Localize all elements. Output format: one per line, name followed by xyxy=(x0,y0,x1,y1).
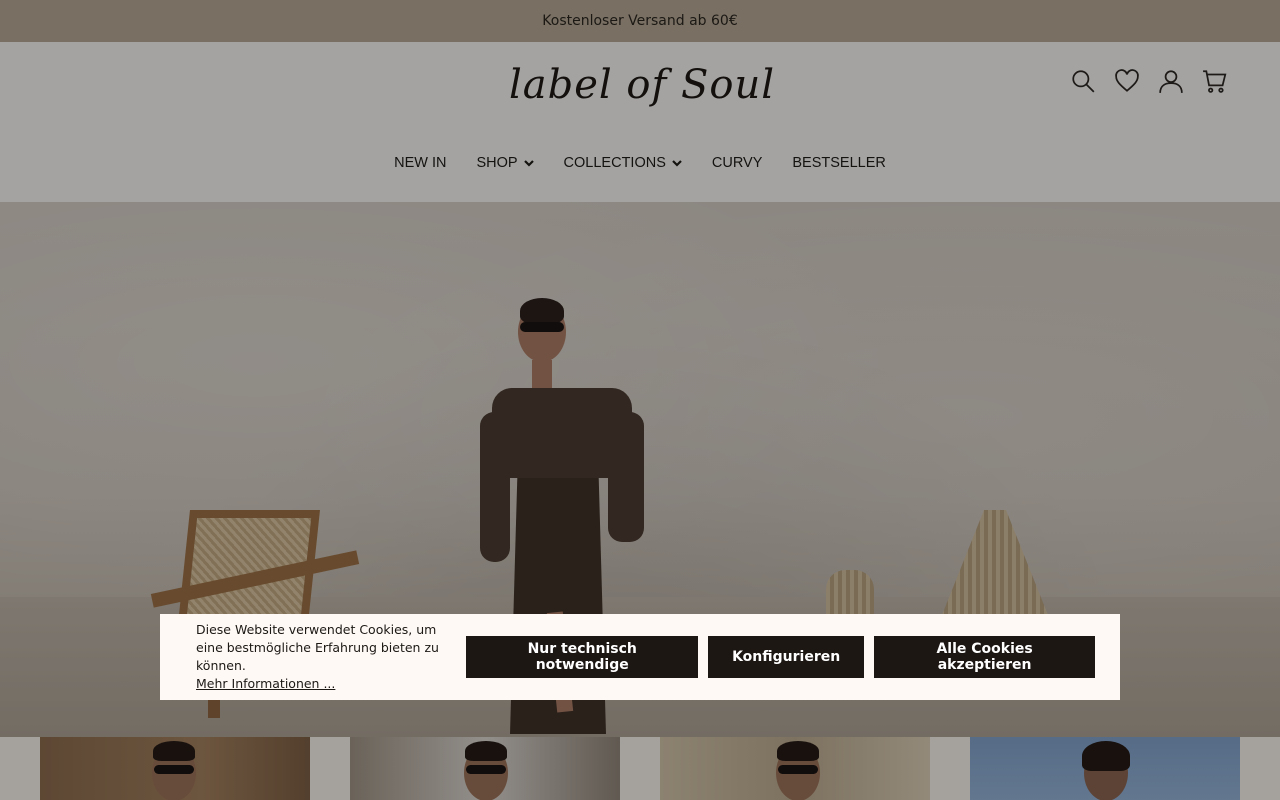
cookie-necessary-button[interactable]: Nur technisch notwendige xyxy=(466,636,699,678)
nav-label: SHOP xyxy=(476,155,518,171)
chevron-down-icon xyxy=(523,160,534,167)
model-sunglasses xyxy=(520,322,564,332)
user-icon[interactable] xyxy=(1158,66,1184,96)
category-tile[interactable] xyxy=(40,737,310,800)
cookie-message: Diese Website verwendet Cookies, um eine… xyxy=(196,621,466,693)
site-header: label of Soul NEW IN SHOP COLLECTIONS CU… xyxy=(0,42,1280,202)
model-top xyxy=(492,388,632,478)
site-logo[interactable]: label of Soul xyxy=(509,60,774,110)
cookie-banner: Diese Website verwendet Cookies, um eine… xyxy=(160,614,1120,700)
nav-item-bestseller[interactable]: BESTSELLER xyxy=(792,155,886,171)
category-tile[interactable] xyxy=(970,737,1240,800)
announcement-bar: Kostenloser Versand ab 60€ xyxy=(0,0,1280,42)
cookie-actions: Nur technisch notwendige Konfigurieren A… xyxy=(466,636,1095,678)
main-navigation: NEW IN SHOP COLLECTIONS CURVY BESTSELLER xyxy=(0,150,1280,176)
nav-label: NEW IN xyxy=(394,155,447,171)
category-tile[interactable] xyxy=(350,737,620,800)
cart-icon[interactable] xyxy=(1202,66,1228,96)
cookie-configure-button[interactable]: Konfigurieren xyxy=(708,636,865,678)
tile-model-sunglasses xyxy=(466,765,506,774)
tile-model-hair xyxy=(153,741,195,761)
tile-model-hair xyxy=(777,741,819,761)
hero-small-vase xyxy=(826,570,874,618)
nav-item-curvy[interactable]: CURVY xyxy=(712,155,763,171)
nav-label: CURVY xyxy=(711,155,763,171)
model-neck xyxy=(532,360,552,388)
category-tile[interactable] xyxy=(660,737,930,800)
model-hair xyxy=(520,298,564,324)
tile-model-sunglasses xyxy=(778,765,818,774)
nav-label: BESTSELLER xyxy=(792,155,886,171)
search-icon[interactable] xyxy=(1070,66,1096,96)
tile-model-hair xyxy=(465,741,507,761)
announcement-text: Kostenloser Versand ab 60€ xyxy=(542,13,738,29)
tile-model-hair xyxy=(1082,741,1130,771)
nav-label: COLLECTIONS xyxy=(563,155,666,171)
header-icons xyxy=(1070,66,1228,96)
cookie-accept-all-button[interactable]: Alle Cookies akzeptieren xyxy=(874,636,1095,678)
category-tiles xyxy=(0,737,1280,800)
cookie-more-info-link[interactable]: Mehr Informationen ... xyxy=(196,675,335,693)
nav-item-shop[interactable]: SHOP xyxy=(476,155,534,171)
chevron-down-icon xyxy=(672,160,682,167)
heart-icon[interactable] xyxy=(1114,66,1140,96)
tile-model-sunglasses xyxy=(154,765,194,774)
nav-item-new-in[interactable]: NEW IN xyxy=(394,155,446,171)
nav-item-collections[interactable]: COLLECTIONS xyxy=(564,155,682,171)
cookie-text: Diese Website verwendet Cookies, um eine… xyxy=(196,622,439,673)
